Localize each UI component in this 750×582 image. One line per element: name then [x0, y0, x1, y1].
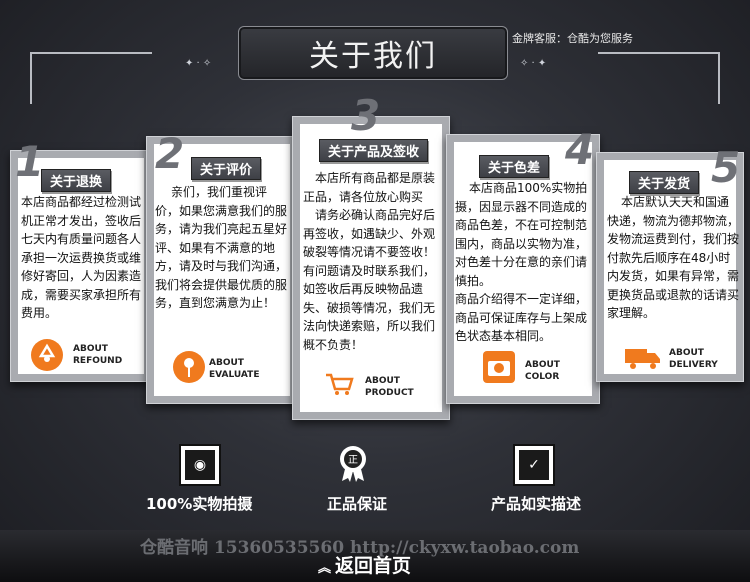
frame-decoration-left — [30, 52, 152, 104]
card-refund: 1 关于退换 本店商品都经过检测试机正常才发出，签收后七天内有质量问题各人承担一… — [10, 137, 152, 382]
feature-label: 产品如实描述 — [491, 495, 582, 513]
page-title: 关于我们 — [309, 39, 437, 74]
camera-icon — [483, 351, 515, 383]
card-tag: 关于评价 — [191, 157, 262, 180]
recycle-icon — [31, 339, 63, 371]
card-number: 2 — [155, 129, 185, 178]
card-tag: 关于产品及签收 — [319, 139, 429, 162]
card-body: 本店默认天天和国通快递，物流为德邦物流，发物流运费到付，我们按付款先后顺序在48… — [607, 195, 740, 320]
card-delivery: 5 关于发货 本店默认天天和国通快递，物流为德邦物流，发物流运费到付，我们按付款… — [596, 143, 744, 382]
back-home-link[interactable]: ︽ 返回首页 — [318, 551, 411, 578]
truck-icon — [623, 341, 663, 373]
feature-label: 100%实物拍摄 — [146, 495, 253, 513]
sparkle-icon: ✧ · ✦ — [520, 58, 547, 69]
card-tag: 关于发货 — [629, 171, 700, 194]
card-product: 3 关于产品及签收 本店所有商品都是原装正品，请各位放心购买 请务必确认商品完好… — [292, 91, 450, 420]
back-home-label: 返回首页 — [335, 555, 412, 577]
title-banner: 关于我们 — [238, 26, 508, 80]
card-number: 5 — [711, 143, 741, 192]
card-en-label: ABOUT DELIVERY — [669, 348, 718, 370]
card-en-label: ABOUT EVALUATE — [209, 358, 260, 380]
card-tag: 关于色差 — [479, 155, 550, 178]
customer-service-slogan: 金牌客服：仓酷为您服务 — [512, 32, 633, 45]
card-color: 4 关于色差 本店商品100%实物拍摄，因显示器不同造成的商品色差，不在可控制范… — [446, 125, 600, 404]
card-en-label: ABOUT COLOR — [525, 360, 560, 382]
card-body: 本店商品100%实物拍摄，因显示器不同造成的商品色差，不在可控制范围内，商品以实… — [455, 181, 588, 343]
cart-icon — [323, 367, 355, 399]
checklist-icon: ✓ — [513, 444, 555, 486]
sparkle-icon: ✦ · ✧ — [185, 58, 212, 69]
card-number: 3 — [351, 91, 381, 140]
flower-icon — [173, 351, 205, 383]
card-en-label: ABOUT PRODUCT — [365, 376, 414, 398]
card-tag: 关于退换 — [41, 169, 112, 192]
card-body: 亲们，我们重视评价，如果您满意我们的服务，请为我们亮起五星好评、如果有不满意的地… — [155, 185, 288, 310]
feature-label: 正品保证 — [327, 495, 388, 513]
chevron-up-icon: ︽ — [318, 561, 332, 576]
card-body: 本店商品都经过检测试机正常才发出，签收后七天内有质量问题各人承担一次运费换货或维… — [21, 195, 142, 320]
card-en-label: ABOUT REFOUND — [73, 344, 123, 366]
card-number: 1 — [15, 137, 45, 186]
card-body: 本店所有商品都是原装正品，请各位放心购买 请务必确认商品完好后再签收，如遇缺少、… — [303, 171, 436, 352]
frame-decoration-right — [598, 52, 720, 104]
card-evaluate: 2 关于评价 亲们，我们重视评价，如果您满意我们的服务，请为我们亮起五星好评、如… — [146, 129, 298, 404]
card-number: 4 — [565, 125, 595, 174]
camera-icon: ◉ — [179, 444, 221, 486]
certificate-icon: 正 — [334, 444, 372, 482]
svg-text:正: 正 — [348, 455, 358, 466]
